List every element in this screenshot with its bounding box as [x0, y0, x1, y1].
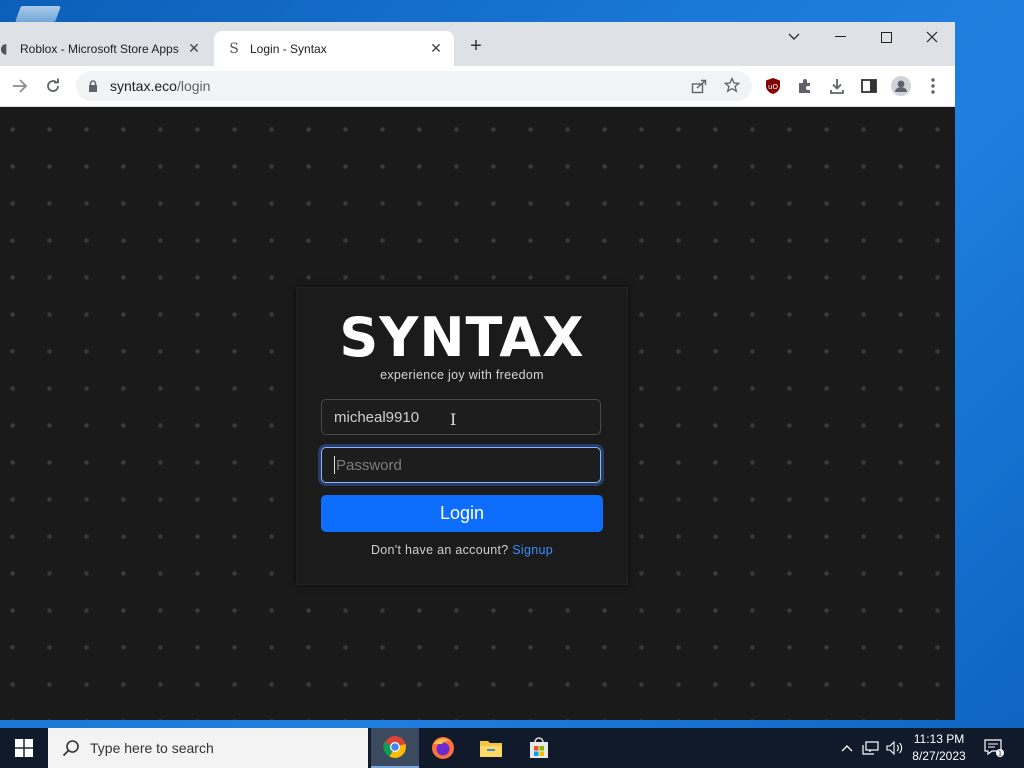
tagline: experience joy with freedom: [380, 368, 544, 382]
url-path: /login: [176, 78, 211, 94]
volume-icon: [886, 741, 903, 755]
new-tab-button[interactable]: +: [466, 36, 486, 56]
network-icon: [862, 741, 879, 755]
notification-icon: 1: [984, 739, 1004, 757]
maximize-icon: [880, 31, 892, 43]
taskbar-chrome[interactable]: [371, 728, 419, 768]
tab-close-icon[interactable]: ✕: [184, 39, 204, 59]
store-favicon-icon: ◖: [0, 40, 8, 57]
reload-icon: [47, 78, 59, 92]
minimize-icon: [834, 36, 846, 37]
system-clock[interactable]: 11:13 PM 8/27/2023: [904, 731, 974, 765]
notification-count: 1: [998, 750, 1002, 758]
extensions-button[interactable]: [793, 74, 817, 98]
signup-prompt: Don't have an account? Signup: [297, 543, 627, 557]
forward-arrow-icon: [13, 79, 28, 93]
minimize-button[interactable]: [817, 22, 863, 52]
address-bar[interactable]: syntax.eco/login: [76, 71, 752, 101]
login-button[interactable]: Login: [321, 495, 603, 532]
start-button[interactable]: [0, 728, 48, 768]
svg-text:uO: uO: [768, 83, 778, 91]
store-icon: [530, 737, 548, 758]
forward-button[interactable]: [8, 74, 32, 98]
login-page: SYNTAX experience joy with freedom miche…: [0, 107, 955, 720]
taskbar-file-explorer[interactable]: [467, 728, 515, 768]
menu-button[interactable]: [921, 74, 945, 98]
maximize-button[interactable]: [863, 22, 909, 52]
file-explorer-icon: [480, 741, 502, 757]
taskbar-store[interactable]: [515, 728, 563, 768]
profile-icon: [891, 76, 911, 96]
url-domain: syntax.eco: [110, 78, 177, 94]
signup-prompt-text: Don't have an account?: [370, 543, 509, 557]
chevron-down-icon: [788, 33, 800, 40]
desktop-recycle-icon[interactable]: [15, 6, 61, 22]
browser-window: ◖ Roblox - Microsoft Store Apps ✕ S Logi…: [0, 22, 955, 720]
syntax-logo: SYNTAX: [339, 306, 585, 369]
password-placeholder: Password: [336, 456, 402, 474]
clock-date: 8/27/2023: [912, 749, 966, 763]
show-hidden-icons-button[interactable]: [838, 728, 856, 768]
taskbar-firefox[interactable]: [419, 728, 467, 768]
star-icon[interactable]: [723, 76, 741, 98]
side-panel-button[interactable]: [857, 74, 881, 98]
input-caret: [334, 456, 335, 474]
profile-button[interactable]: [889, 74, 913, 98]
ublock-extension-button[interactable]: uO: [761, 74, 785, 98]
close-icon: [926, 31, 938, 43]
ublock-icon: uO: [766, 78, 780, 94]
search-placeholder: Type here to search: [90, 740, 214, 756]
username-value: micheal9910: [334, 408, 420, 426]
tab-strip: ◖ Roblox - Microsoft Store Apps ✕ S Logi…: [0, 22, 955, 66]
taskbar-search[interactable]: Type here to search: [48, 728, 368, 768]
tab-close-icon[interactable]: ✕: [426, 39, 446, 59]
sidepanel-icon: [861, 79, 877, 93]
text-cursor-icon: I: [450, 410, 457, 429]
network-button[interactable]: [860, 728, 882, 768]
extensions-icon: [799, 79, 810, 93]
downloads-button[interactable]: [825, 74, 849, 98]
search-icon: [62, 740, 79, 757]
reload-button[interactable]: [41, 74, 65, 98]
lock-icon[interactable]: [88, 80, 98, 92]
tab-search-button[interactable]: [771, 22, 817, 52]
volume-button[interactable]: [884, 728, 906, 768]
login-card: SYNTAX experience joy with freedom miche…: [296, 287, 628, 585]
chevron-up-icon: [841, 745, 853, 752]
windows-start-icon: [15, 739, 33, 757]
browser-toolbar: syntax.eco/login uO: [0, 66, 955, 107]
taskbar: Type here to search 11:13 PM 8/27/2023 1: [0, 728, 1024, 768]
url-text: syntax.eco/login: [110, 78, 210, 94]
clock-time: 11:13 PM: [913, 732, 965, 746]
tab-roblox-store[interactable]: ◖ Roblox - Microsoft Store Apps ✕: [0, 31, 212, 66]
menu-dots-icon: [931, 78, 935, 94]
tab-title: Roblox - Microsoft Store Apps: [20, 41, 179, 56]
download-icon: [830, 79, 844, 94]
tab-title: Login - Syntax: [250, 41, 327, 56]
close-window-button[interactable]: [909, 22, 955, 52]
password-input[interactable]: Password: [321, 447, 601, 483]
username-input[interactable]: micheal9910 I: [321, 399, 601, 435]
firefox-icon: [432, 737, 454, 759]
share-icon[interactable]: [691, 78, 707, 99]
syntax-favicon-icon: S: [229, 40, 239, 57]
signup-link[interactable]: Signup: [512, 543, 553, 557]
action-center-button[interactable]: 1: [980, 728, 1008, 768]
tab-syntax-login[interactable]: S Login - Syntax ✕: [214, 31, 454, 66]
chrome-icon: [383, 736, 406, 758]
